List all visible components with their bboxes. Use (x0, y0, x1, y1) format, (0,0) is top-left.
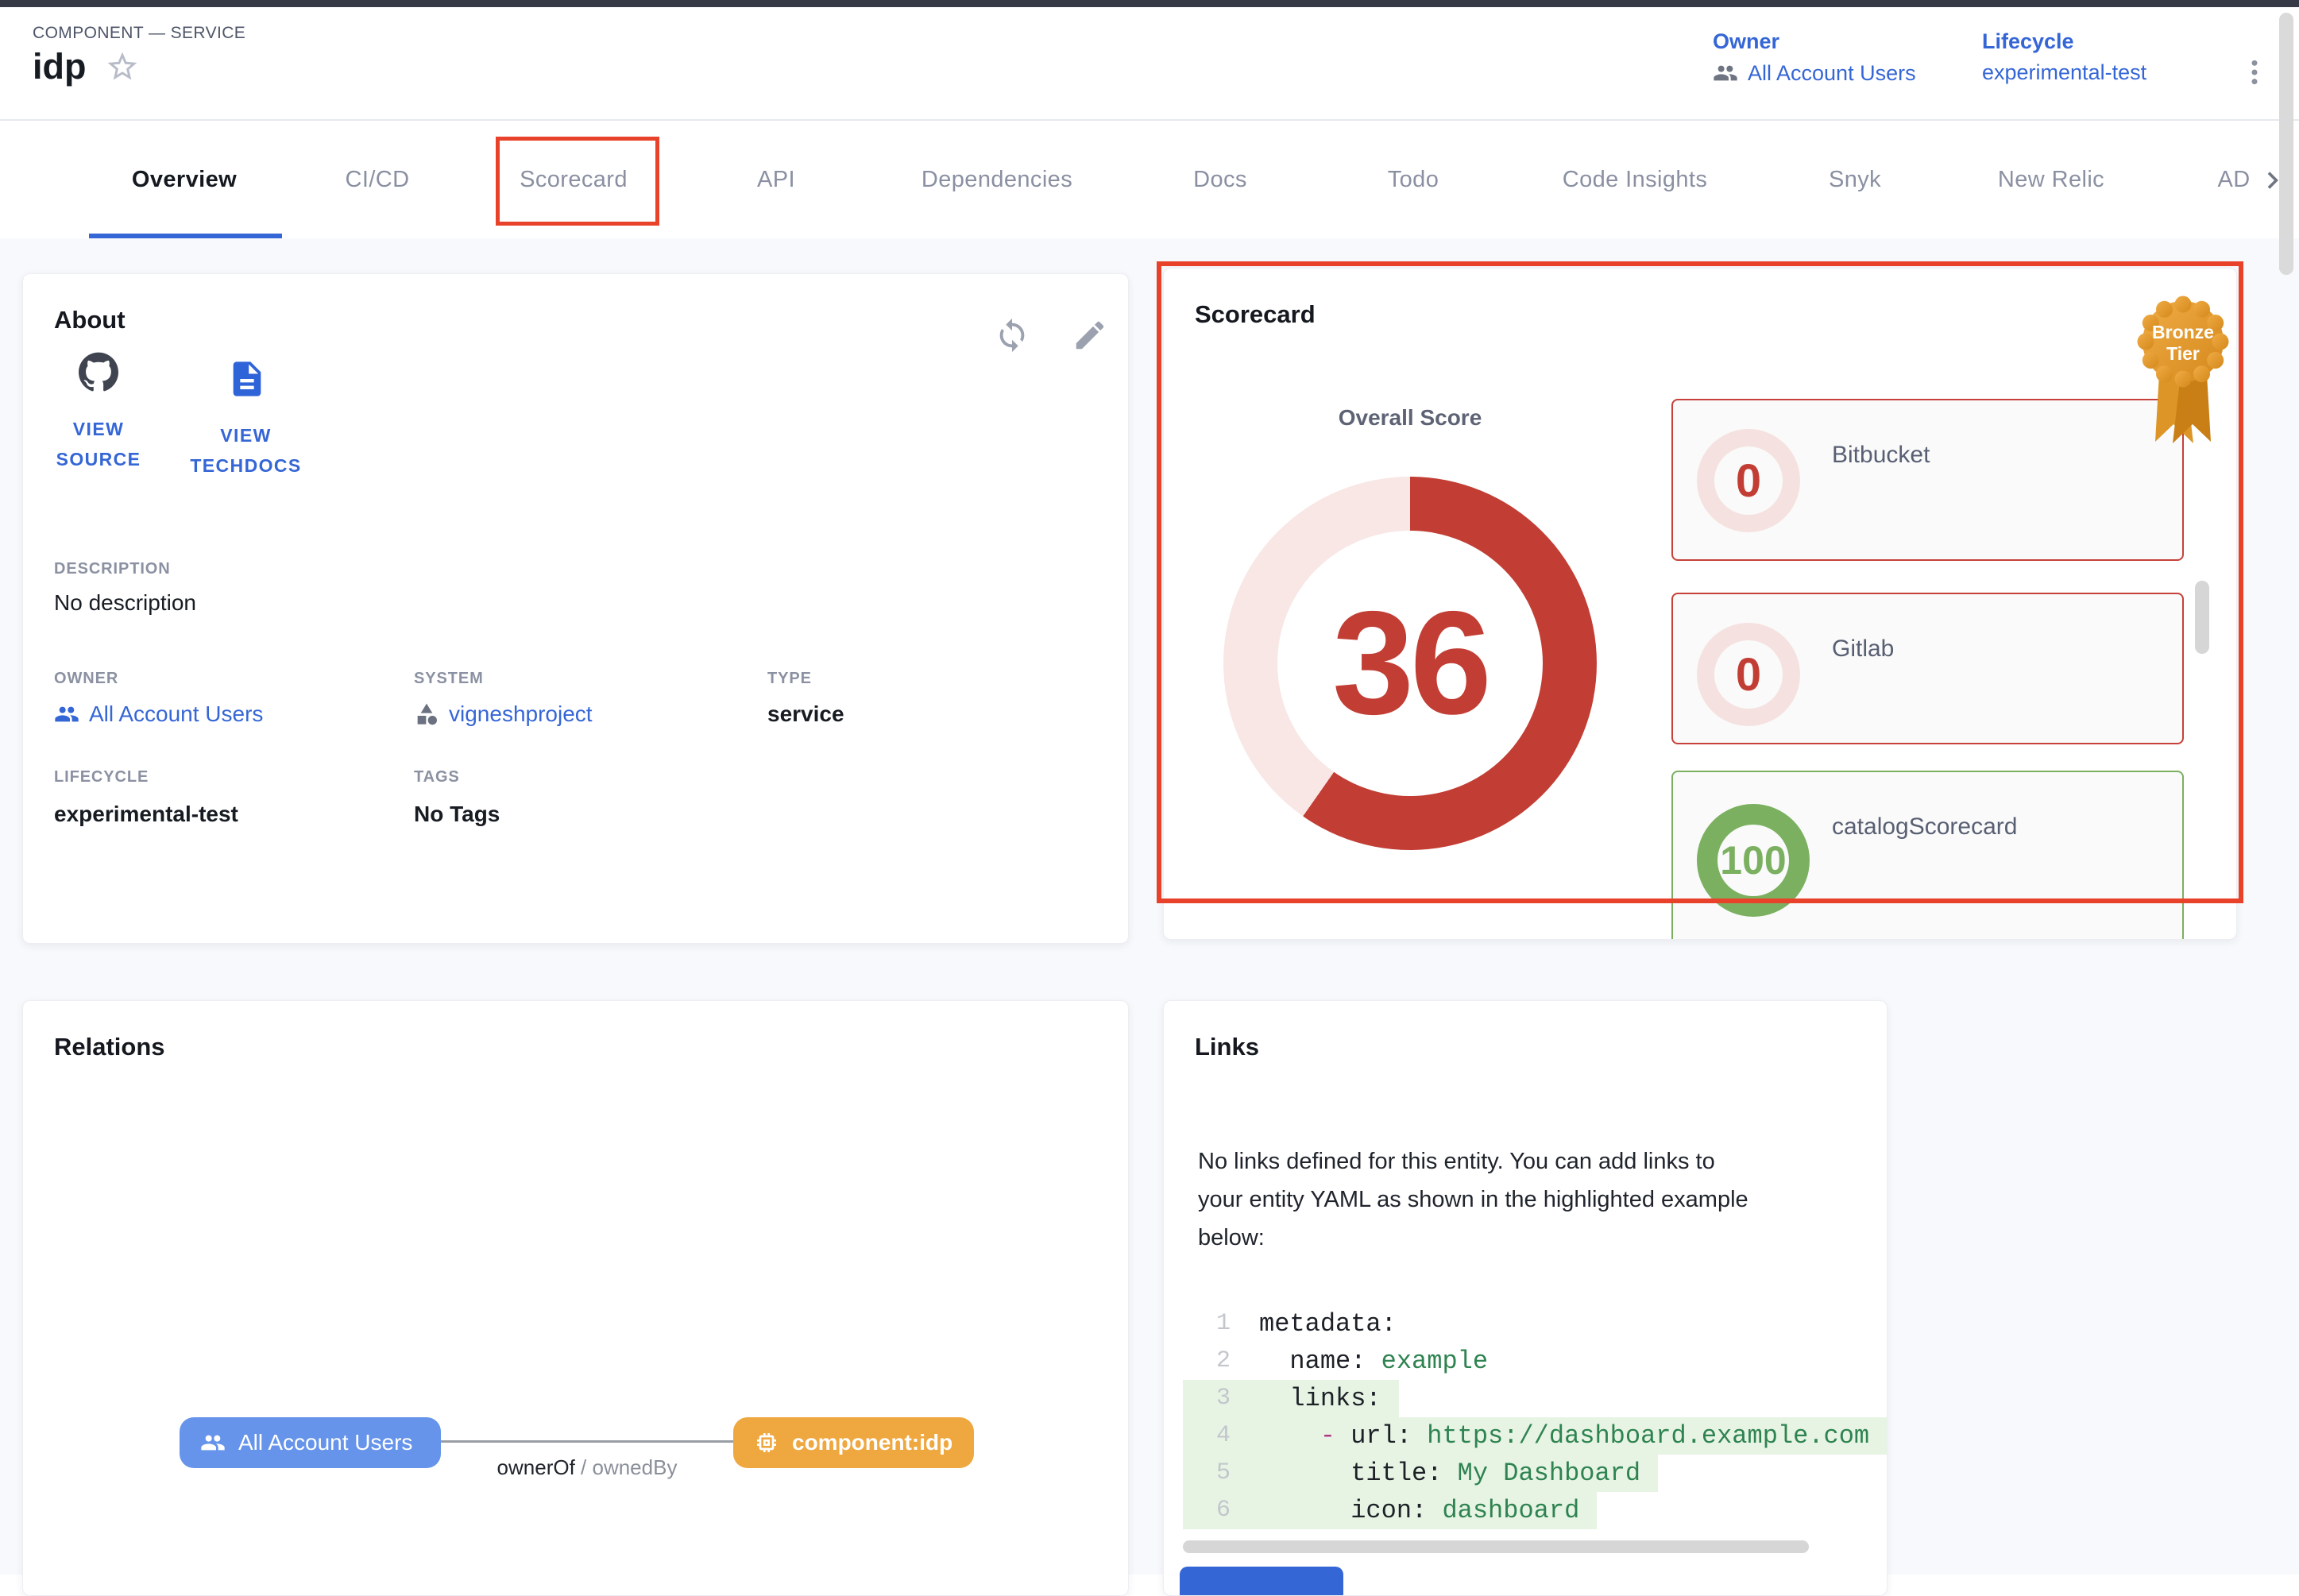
description-value: No description (54, 590, 196, 616)
code-line: 6 icon: dashboard (1183, 1492, 1597, 1529)
description-label: DESCRIPTION (54, 560, 171, 578)
overall-score-value: 36 (1332, 579, 1488, 748)
view-techdocs-label: VIEW TECHDOCS (190, 420, 301, 481)
code-line: 1metadata: (1183, 1305, 1414, 1343)
line-number: 3 (1192, 1380, 1231, 1417)
entity-header: COMPONENT — SERVICE idp Owner All Accoun… (0, 7, 2299, 119)
category-icon (414, 701, 439, 727)
owner-field-label: OWNER (54, 670, 118, 688)
yaml-code-block: 1metadata:2 name: example3 links:4 - url… (1183, 1305, 1887, 1529)
scorecard-title: Scorecard (1195, 300, 1316, 329)
gauge-ring: 0 (1697, 623, 1800, 726)
badge-line2: Tier (2166, 343, 2200, 364)
tab-overview[interactable]: Overview (132, 121, 237, 238)
gauge-value: 0 (1736, 454, 1761, 508)
links-title: Links (1195, 1033, 1259, 1061)
line-number: 5 (1192, 1455, 1231, 1492)
refresh-icon[interactable] (994, 317, 1030, 354)
edit-pencil-icon[interactable] (1072, 317, 1108, 354)
github-icon (79, 352, 118, 392)
about-card: About VIEW SOURCE VIEW TECHDOCS DESCRIPT… (22, 273, 1129, 944)
tab-todo[interactable]: Todo (1388, 121, 1439, 238)
more-options-kebab-icon[interactable] (2239, 50, 2270, 95)
lifecycle-field-label: LIFECYCLE (54, 768, 149, 786)
gauge-value: 0 (1736, 648, 1761, 701)
tab-snyk[interactable]: Snyk (1829, 121, 1881, 238)
line-number: 1 (1192, 1305, 1231, 1343)
code-horizontal-scrollbar[interactable] (1183, 1540, 1809, 1553)
gauge-ring: 100 (1697, 804, 1810, 917)
gauge-label: Bitbucket (1832, 442, 1930, 469)
tab-ad[interactable]: AD (2217, 121, 2250, 238)
links-card: Links No links defined for this entity. … (1163, 1000, 1887, 1596)
tab-new-relic[interactable]: New Relic (1998, 121, 2104, 238)
scorecard-card: Scorecard Bronze Tier Overall Scor (1163, 268, 2237, 940)
people-icon (1713, 60, 1738, 86)
gauge-label: catalogScorecard (1832, 813, 2017, 841)
relations-title: Relations (54, 1033, 165, 1061)
lifecycle-label: Lifecycle (1982, 29, 2146, 54)
relation-node-owner[interactable]: All Account Users (180, 1417, 441, 1468)
about-title: About (54, 306, 126, 334)
gauge-ring: 0 (1697, 429, 1800, 532)
links-empty-message: No links defined for this entity. You ca… (1198, 1142, 1865, 1257)
owner-label: Owner (1713, 29, 1916, 54)
gauge-card-bitbucket[interactable]: 0 Bitbucket (1671, 399, 2184, 561)
tab-api[interactable]: API (757, 121, 795, 238)
breadcrumb: COMPONENT — SERVICE (33, 24, 245, 43)
owner-value[interactable]: All Account Users (1713, 60, 1916, 86)
code-line: 5 title: My Dashboard (1183, 1455, 1658, 1492)
document-icon (226, 358, 266, 398)
gauge-value: 100 (1720, 837, 1786, 883)
relation-edge-line (441, 1440, 733, 1443)
tab-docs[interactable]: Docs (1193, 121, 1247, 238)
page-scrollbar[interactable] (2279, 13, 2293, 275)
line-number: 2 (1192, 1343, 1231, 1380)
line-number: 4 (1192, 1417, 1231, 1455)
gauge-card-catalogscorecard[interactable]: 100 catalogScorecard (1671, 771, 2184, 940)
relations-card: Relations All Account Users ownerOf / ow… (22, 1000, 1129, 1596)
header-lifecycle: Lifecycle experimental-test (1982, 29, 2146, 85)
code-line: 4 - url: https://dashboard.example.com (1183, 1417, 1887, 1455)
relation-node-component[interactable]: component:idp (733, 1417, 974, 1468)
type-field-label: TYPE (767, 670, 812, 688)
overall-score-label: Overall Score (1223, 405, 1597, 431)
type-field-value: service (767, 701, 844, 727)
view-source-label: VIEW SOURCE (56, 414, 141, 474)
links-bottom-button[interactable] (1180, 1567, 1343, 1596)
scorecard-list-scrollbar[interactable] (2195, 581, 2209, 654)
lifecycle-field-value: experimental-test (54, 802, 238, 827)
view-techdocs-link[interactable]: VIEW TECHDOCS (180, 358, 311, 481)
favorite-star-icon[interactable] (105, 49, 140, 84)
gauge-card-gitlab[interactable]: 0 Gitlab (1671, 593, 2184, 744)
header-owner: Owner All Account Users (1713, 29, 1916, 86)
tab-dependencies[interactable]: Dependencies (922, 121, 1072, 238)
tags-field-value: No Tags (414, 802, 500, 827)
lifecycle-value: experimental-test (1982, 60, 2146, 85)
code-line: 3 links: (1183, 1380, 1399, 1417)
system-field-value[interactable]: vigneshproject (414, 701, 593, 727)
gauge-label: Gitlab (1832, 636, 1894, 663)
code-line: 2 name: example (1183, 1343, 1505, 1380)
line-number: 6 (1192, 1492, 1231, 1529)
tab-ci-cd[interactable]: CI/CD (346, 121, 410, 238)
overall-score-donut: 36 (1223, 477, 1597, 850)
browser-top-bar (0, 0, 2299, 7)
view-source-link[interactable]: VIEW SOURCE (39, 352, 158, 474)
entity-tabbar: Overview CI/CD Scorecard API Dependencies Doc… (0, 119, 2299, 238)
tags-field-label: TAGS (414, 768, 460, 786)
bronze-tier-badge: Bronze Tier (2123, 284, 2237, 453)
tab-code-insights[interactable]: Code Insights (1563, 121, 1708, 238)
owner-field-value[interactable]: All Account Users (54, 701, 263, 727)
people-icon (54, 701, 79, 727)
chip-icon (754, 1430, 779, 1455)
tab-scorecard[interactable]: Scorecard (520, 121, 628, 238)
page-title: idp (33, 48, 86, 84)
badge-line1: Bronze (2152, 322, 2214, 342)
system-field-label: SYSTEM (414, 670, 484, 688)
people-icon (200, 1430, 226, 1455)
relation-edge-label: ownerOf / ownedBy (441, 1455, 733, 1480)
